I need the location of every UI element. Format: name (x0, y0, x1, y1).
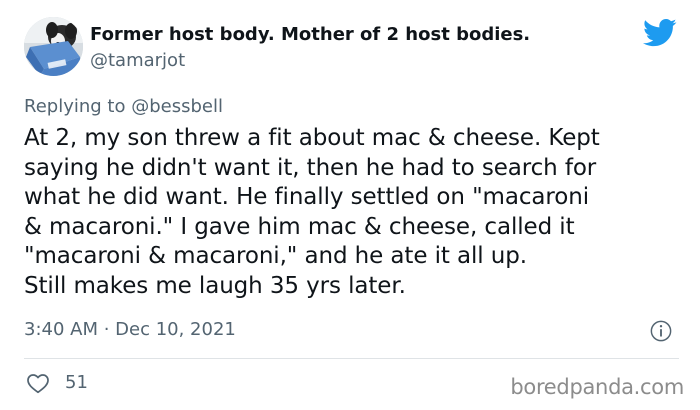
tweet-text-line: Still makes me laugh 35 yrs later. (24, 272, 406, 299)
avatar[interactable] (24, 17, 83, 76)
avatar-image (24, 17, 83, 76)
tweet-timestamp[interactable]: 3:40 AM · Dec 10, 2021 (24, 319, 236, 341)
replying-prefix: Replying to (24, 96, 126, 117)
handle[interactable]: @tamarjot (90, 50, 185, 72)
twitter-bird-icon[interactable] (643, 18, 677, 48)
tweet-text-line: & macaroni." I gave him mac & cheese, ca… (24, 213, 575, 240)
tweet-text: At 2, my son threw a fit about mac & che… (24, 124, 684, 301)
replying-to: Replying to @bessbell (24, 96, 223, 118)
tweet-text-line: "macaroni & macaroni," and he ate it all… (24, 243, 527, 269)
tweet-card: Former host body. Mother of 2 host bodie… (0, 0, 700, 410)
heart-icon[interactable] (26, 372, 50, 394)
watermark: boredpanda.com (510, 375, 684, 399)
info-icon[interactable] (650, 320, 672, 342)
display-name[interactable]: Former host body. Mother of 2 host bodie… (90, 24, 530, 46)
tweet-text-line: At 2, my son threw a fit about mac & che… (24, 125, 600, 151)
replying-to-mention[interactable]: @bessbell (131, 96, 223, 117)
tweet-text-line: saying he didn't want it, then he had to… (24, 154, 597, 181)
tweet-text-line: what he did want. He finally settled on … (24, 184, 589, 210)
divider (24, 358, 679, 359)
like-count: 51 (65, 372, 88, 393)
